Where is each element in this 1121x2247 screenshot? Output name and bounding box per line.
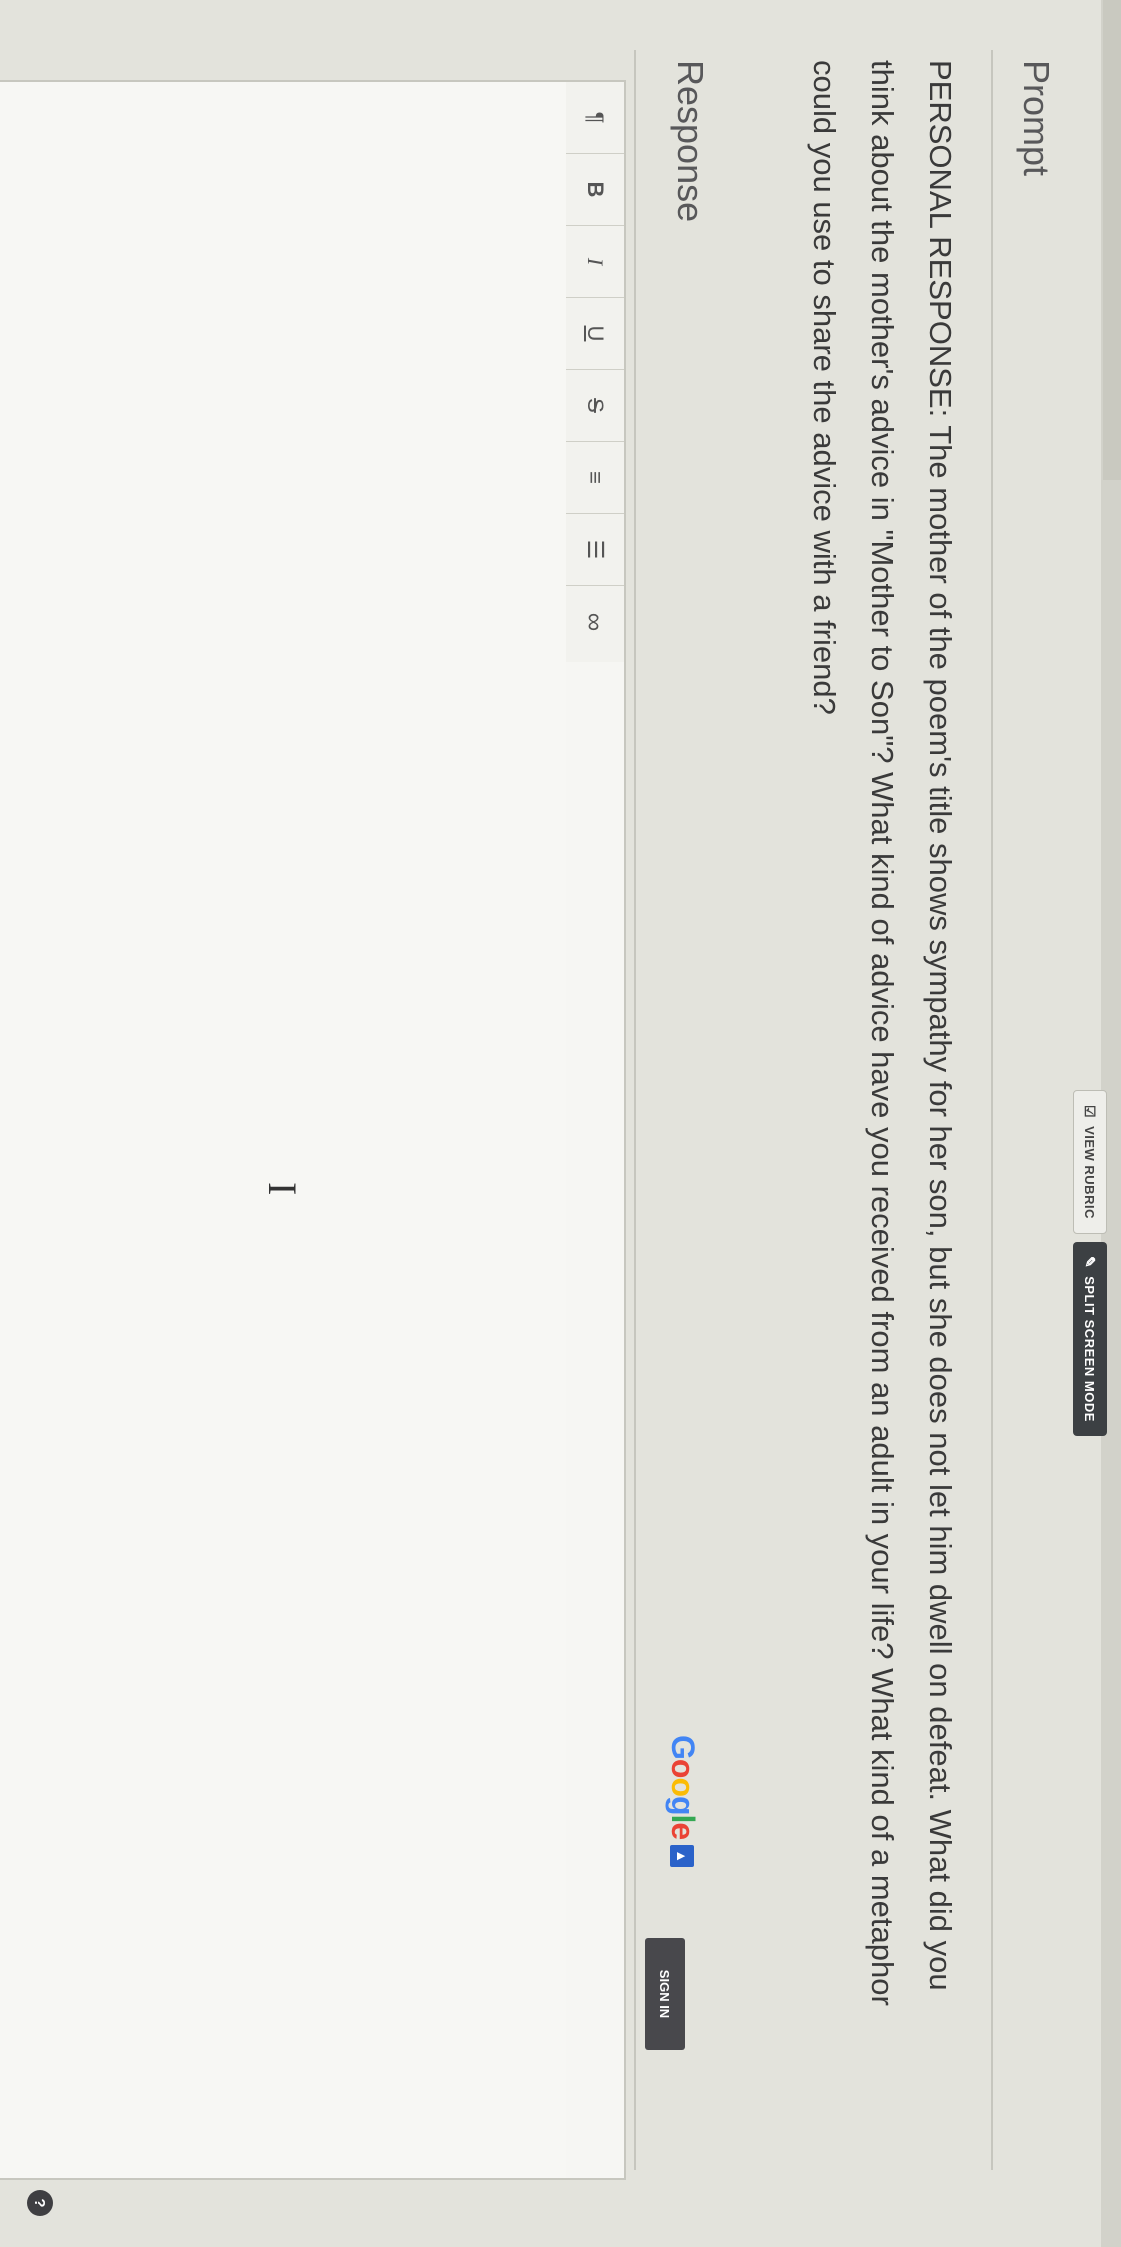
prompt-text: PERSONAL RESPONSE: The mother of the poe… [807, 60, 958, 2006]
page: ☑ VIEW RUBRIC ✎ SPLIT SCREEN MODE Prompt… [0, 0, 1121, 2247]
split-screen-label: SPLIT SCREEN MODE [1082, 1276, 1098, 1422]
view-rubric-label: VIEW RUBRIC [1082, 1126, 1098, 1219]
response-heading: Response [670, 60, 711, 223]
response-text-area[interactable] [0, 82, 566, 2178]
response-editor: ¶ B I U S ≡ ☰ ∞ I [0, 80, 626, 2180]
google-logo: Google [664, 1735, 701, 1839]
paragraph-button[interactable]: ¶ [566, 82, 624, 154]
google-letter: g [665, 1795, 701, 1815]
link-button[interactable]: ∞ [566, 586, 624, 658]
pencil-icon: ✎ [1082, 1255, 1099, 1269]
prompt-divider [991, 50, 993, 2170]
italic-button[interactable]: I [566, 226, 624, 298]
google-letter: o [665, 1758, 701, 1778]
response-divider [634, 50, 636, 2170]
text-cursor-icon: I [260, 1182, 305, 1196]
help-button[interactable]: ? [27, 2190, 53, 2216]
sign-in-button[interactable]: SIGN IN [645, 1938, 685, 2050]
strikethrough-button[interactable]: S [566, 370, 624, 442]
checkbox-icon: ☑ [1082, 1105, 1099, 1119]
google-drive-icon[interactable]: ▲ [670, 1845, 695, 1868]
bold-button[interactable]: B [566, 154, 624, 226]
underline-button[interactable]: U [566, 298, 624, 370]
google-letter: o [665, 1777, 701, 1796]
editor-toolbar: ¶ B I U S ≡ ☰ ∞ [565, 82, 624, 662]
google-letter: e [665, 1822, 701, 1840]
google-drive-area[interactable]: Google ▲ [664, 1735, 701, 1868]
split-screen-mode-button[interactable]: ✎ SPLIT SCREEN MODE [1073, 1241, 1107, 1436]
prompt-heading: Prompt [1016, 60, 1057, 177]
align-button[interactable]: ≡ [566, 442, 624, 514]
google-letter: G [665, 1735, 701, 1759]
list-button[interactable]: ☰ [566, 514, 624, 586]
header-shade [1103, 0, 1121, 480]
header-actions: ☑ VIEW RUBRIC ✎ SPLIT SCREEN MODE [1073, 1090, 1107, 1436]
view-rubric-button[interactable]: ☑ VIEW RUBRIC [1073, 1090, 1107, 1234]
